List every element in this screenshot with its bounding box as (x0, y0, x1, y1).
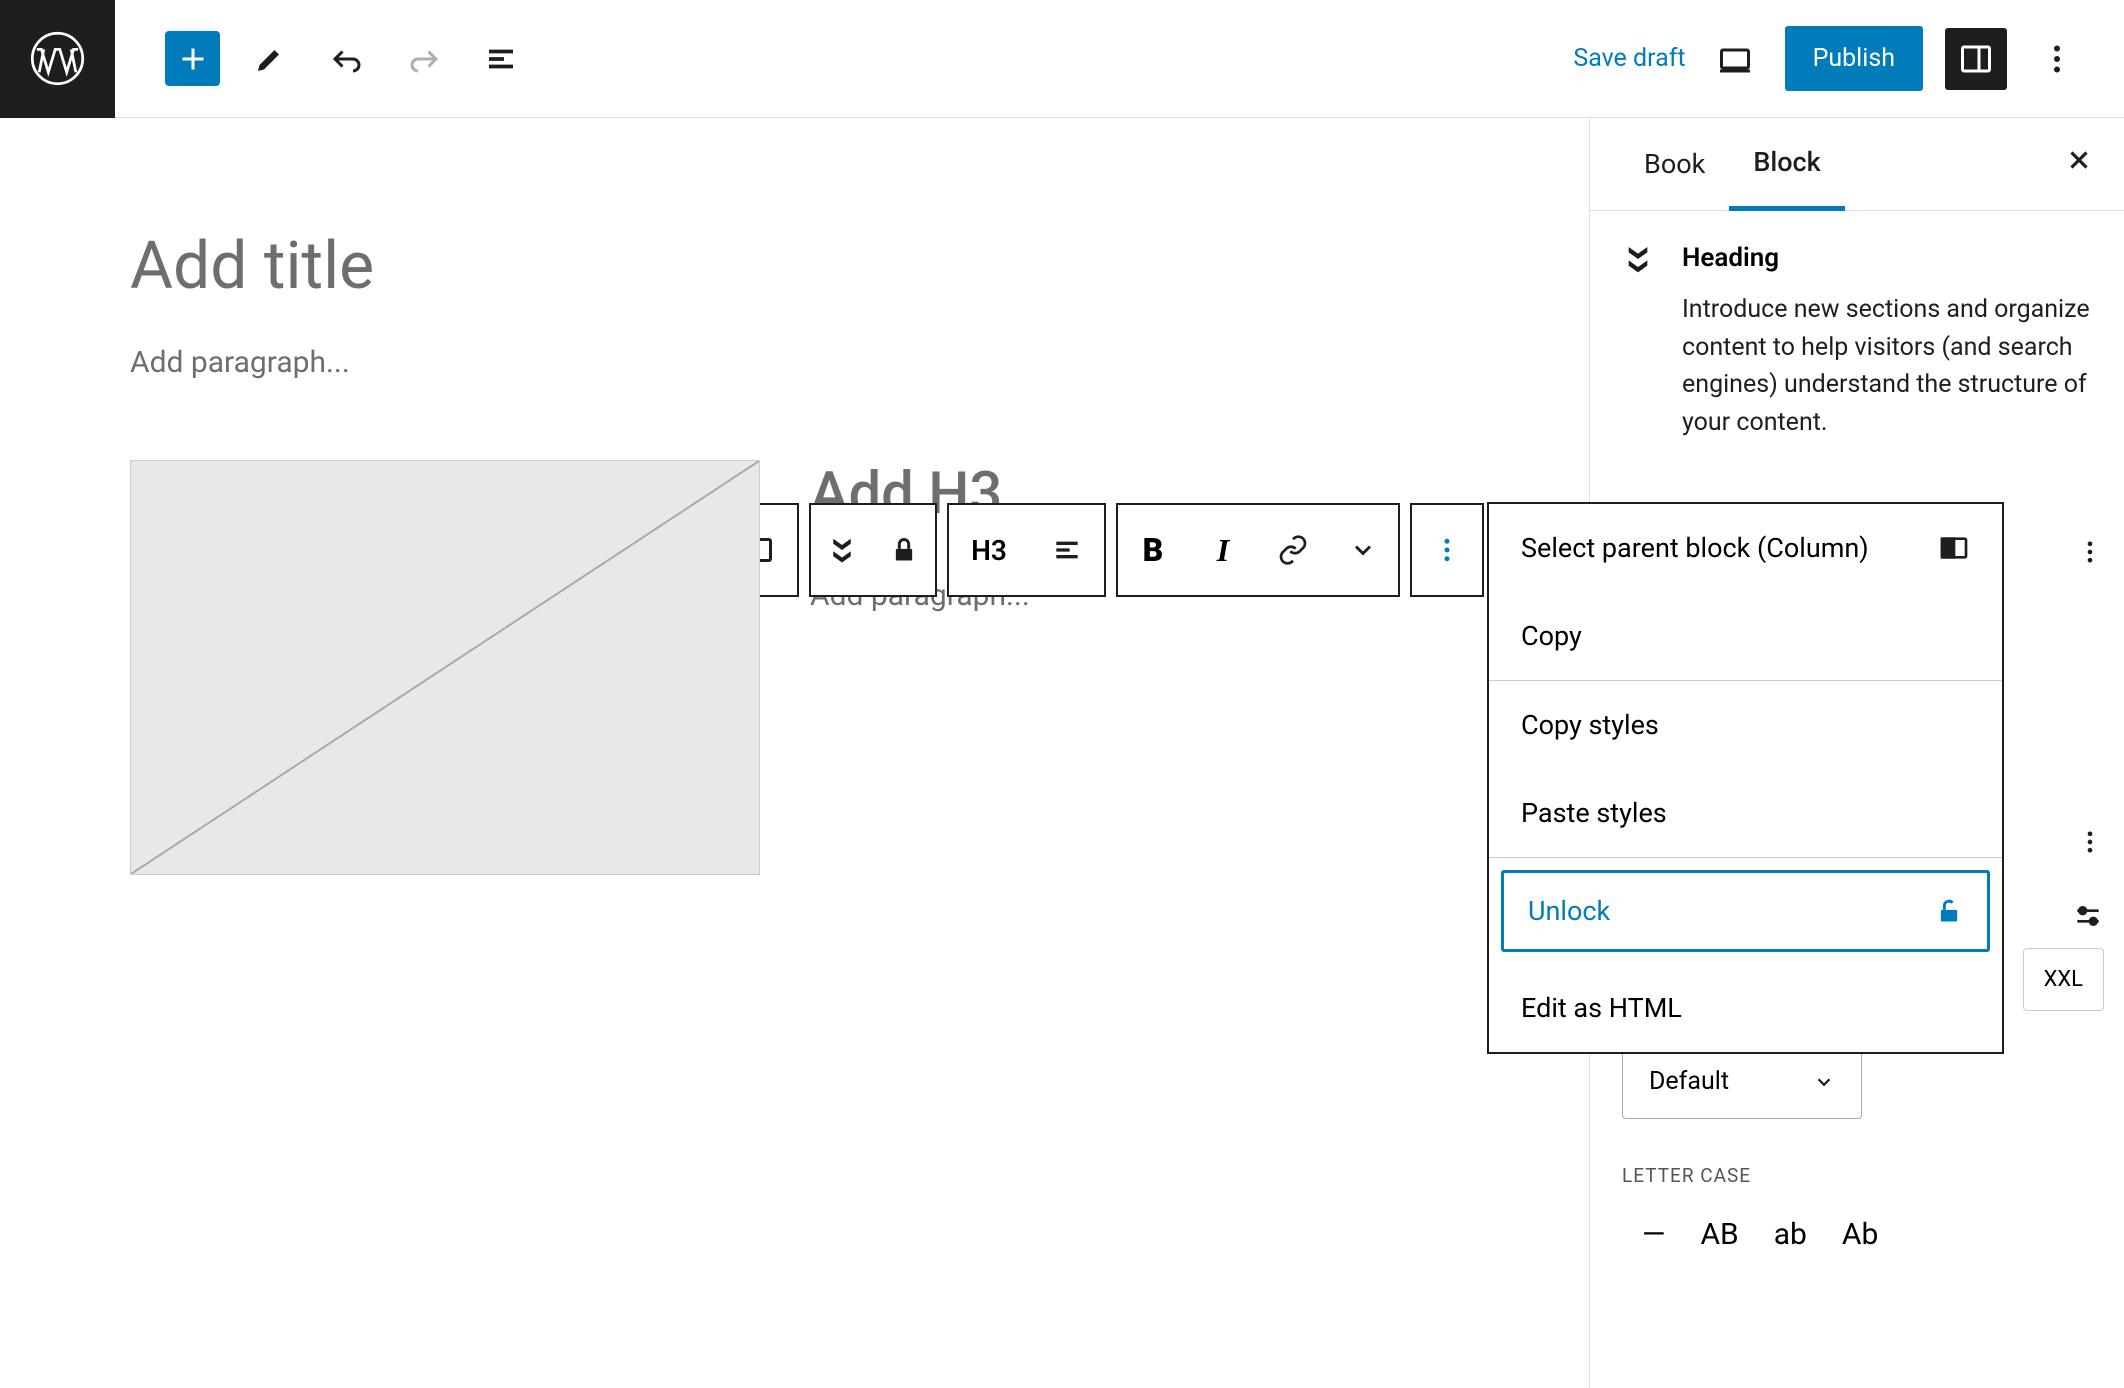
publish-button[interactable]: Publish (1785, 26, 1923, 91)
bt-group-more (1410, 503, 1484, 597)
heading-block-icon[interactable] (811, 505, 873, 595)
link-button[interactable] (1258, 505, 1328, 595)
settings-sidebar-toggle[interactable] (1945, 28, 2007, 90)
tab-book[interactable]: Book (1620, 120, 1729, 208)
column-icon (1938, 532, 1970, 564)
editor-canvas[interactable]: Add title Add paragraph... H3 (0, 118, 1589, 1388)
block-options-menu: Select parent block (Column) Copy Copy s… (1487, 502, 2004, 1054)
paragraph-placeholder[interactable]: Add paragraph... (130, 345, 1459, 380)
bt-group-heading: H3 (947, 503, 1106, 597)
heading-level-button[interactable]: H3 (949, 505, 1029, 595)
heading-block-icon (1622, 243, 1654, 441)
size-settings-button[interactable] (2072, 900, 2104, 936)
bold-button[interactable]: B (1118, 505, 1188, 595)
editor-top-bar: Save draft Publish (0, 0, 2124, 118)
redo-button[interactable] (396, 31, 451, 86)
top-right-tools: Save draft Publish (1573, 26, 2124, 91)
close-sidebar-button[interactable] (2064, 145, 2094, 183)
menu-copy[interactable]: Copy (1489, 592, 2002, 680)
appearance-value: Default (1649, 1067, 1729, 1096)
bt-group-format: B I (1116, 503, 1400, 597)
bt-group-block (809, 503, 937, 597)
menu-paste-styles[interactable]: Paste styles (1489, 769, 2002, 857)
lettercase-options: — AB ab Ab (1622, 1207, 2092, 1262)
size-xxl-option[interactable]: XXL (2023, 948, 2104, 1011)
document-outline-button[interactable] (473, 31, 528, 86)
block-info-text: Heading Introduce new sections and organ… (1682, 243, 2092, 441)
lettercase-lowercase[interactable]: ab (1774, 1217, 1807, 1252)
menu-copy-styles[interactable]: Copy styles (1489, 680, 2002, 769)
edit-mode-button[interactable] (242, 31, 297, 86)
lettercase-none[interactable]: — (1642, 1217, 1665, 1252)
lettercase-uppercase[interactable]: AB (1700, 1217, 1738, 1252)
more-formatting-button[interactable] (1328, 505, 1398, 595)
lock-icon[interactable] (873, 505, 935, 595)
block-info: Heading Introduce new sections and organ… (1622, 243, 2092, 441)
save-draft-button[interactable]: Save draft (1573, 44, 1685, 73)
panel-menu-button-2[interactable] (2076, 828, 2104, 860)
panel-menu-button[interactable] (2076, 538, 2104, 570)
add-block-button[interactable] (165, 31, 220, 86)
menu-edit-html[interactable]: Edit as HTML (1489, 964, 2002, 1052)
top-left-tools (115, 31, 528, 86)
menu-unlock[interactable]: Unlock (1501, 870, 1990, 952)
unlock-icon (1935, 897, 1963, 925)
lettercase-capitalize[interactable]: Ab (1842, 1217, 1878, 1252)
wordpress-logo[interactable] (0, 0, 115, 118)
chevron-down-icon (1813, 1071, 1835, 1093)
block-info-description: Introduce new sections and organize cont… (1682, 291, 2092, 441)
post-title-placeholder[interactable]: Add title (130, 228, 1459, 305)
lettercase-label: LETTER CASE (1622, 1164, 2092, 1187)
preview-button[interactable] (1708, 31, 1763, 86)
align-button[interactable] (1029, 505, 1104, 595)
appearance-select[interactable]: Default (1622, 1044, 1862, 1119)
italic-button[interactable]: I (1188, 505, 1258, 595)
block-options-button[interactable] (1412, 505, 1482, 595)
sidebar-tabs: Book Block (1590, 118, 2124, 211)
block-info-title: Heading (1682, 243, 2092, 273)
tab-block[interactable]: Block (1729, 118, 1844, 211)
menu-select-parent[interactable]: Select parent block (Column) (1489, 504, 2002, 592)
options-menu-button[interactable] (2029, 31, 2084, 86)
undo-button[interactable] (319, 31, 374, 86)
column-left[interactable] (130, 460, 760, 875)
lettercase-section: LETTER CASE — AB ab Ab (1622, 1164, 2092, 1262)
image-placeholder[interactable] (130, 460, 760, 875)
block-toolbar: H3 B I (715, 503, 1484, 597)
